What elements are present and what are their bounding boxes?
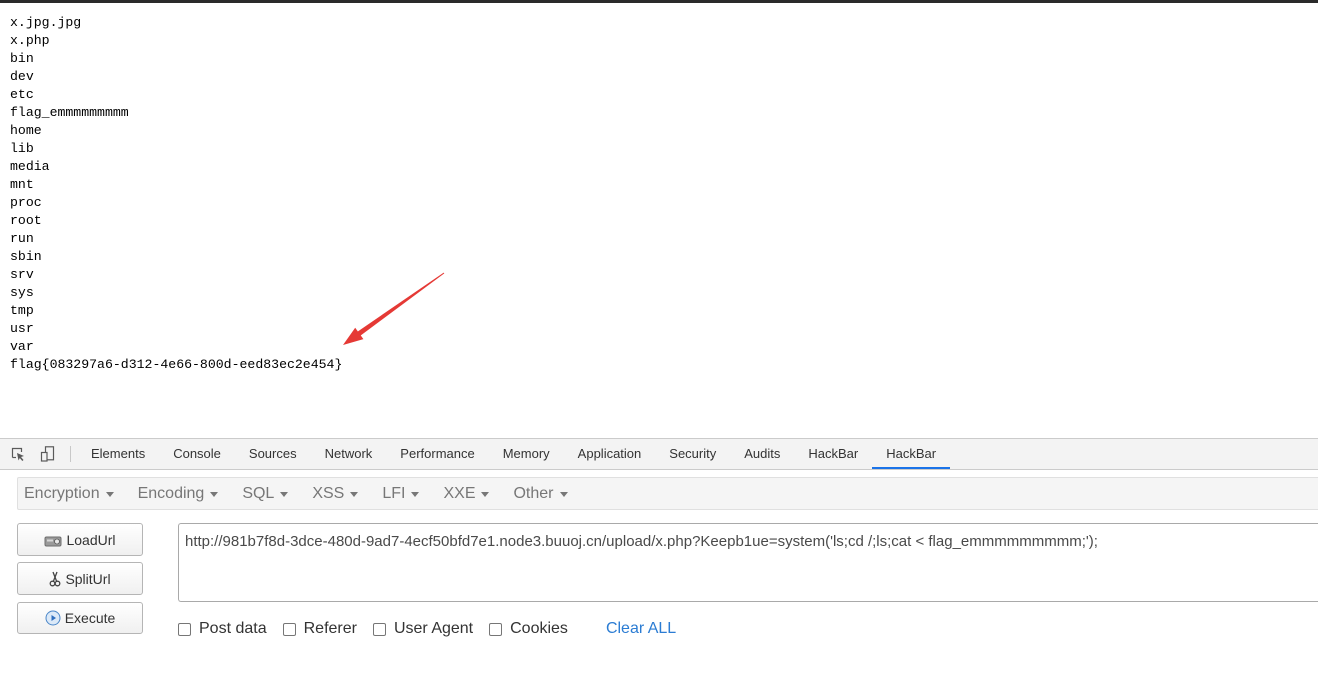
referer-option[interactable]: Referer [282, 620, 357, 638]
menu-label: SQL [242, 484, 275, 502]
play-icon [45, 610, 61, 626]
tab-hackbar[interactable]: HackBar [794, 439, 872, 469]
menu-encoding[interactable]: Encoding [138, 485, 219, 503]
listing-line: run [10, 231, 34, 246]
listing-line: lib [10, 141, 34, 156]
annotation-arrow-head [343, 327, 364, 345]
menu-encryption[interactable]: Encryption [24, 485, 114, 503]
flag-line: flag{083297a6-d312-4e66-800d-eed83ec2e45… [10, 357, 343, 372]
device-toolbar-icon[interactable] [40, 446, 56, 462]
cookies-checkbox[interactable] [489, 622, 503, 636]
listing-line: srv [10, 267, 34, 282]
button-label: SplitUrl [65, 570, 111, 587]
devtools-tabs: Elements Console Sources Network Perform… [77, 439, 950, 469]
listing-line: flag_emmmmmmmmm [10, 105, 129, 120]
cookies-option[interactable]: Cookies [489, 620, 568, 638]
tab-security[interactable]: Security [655, 439, 730, 469]
load-icon [44, 533, 62, 547]
tab-network[interactable]: Network [311, 439, 387, 469]
option-label: Cookies [510, 620, 568, 637]
chevron-down-icon [350, 492, 359, 497]
listing-line: sbin [10, 249, 42, 264]
url-input[interactable]: http://981b7f8d-3dce-480d-9ad7-4ecf50bfd… [178, 523, 1318, 602]
menu-label: XSS [312, 484, 345, 502]
menu-label: Encryption [24, 484, 100, 502]
tab-application[interactable]: Application [564, 439, 656, 469]
listing-line: mnt [10, 177, 34, 192]
tab-memory[interactable]: Memory [489, 439, 564, 469]
listing-line: x.php [10, 33, 50, 48]
clear-all-link[interactable]: Clear ALL [606, 620, 676, 638]
option-label: User Agent [393, 620, 474, 637]
request-options: Post data Referer User Agent Cookies Cle… [178, 619, 676, 639]
chevron-down-icon [280, 492, 289, 497]
chevron-down-icon [559, 492, 568, 497]
chevron-down-icon [210, 492, 219, 497]
menu-xxe[interactable]: XXE [443, 484, 490, 503]
menu-label: LFI [382, 484, 406, 502]
devtools-panel: Elements Console Sources Network Perform… [0, 438, 1318, 691]
execute-button[interactable]: Execute [17, 602, 143, 634]
menu-label: XXE [443, 484, 476, 502]
post-data-checkbox[interactable] [178, 622, 191, 636]
listing-line: bin [10, 51, 34, 66]
menu-sql[interactable]: SQL [242, 484, 289, 503]
annotation-arrow-shaft [355, 272, 445, 338]
chevron-down-icon [411, 492, 420, 497]
load-url-button[interactable]: LoadUrl [17, 523, 143, 556]
tab-audits[interactable]: Audits [730, 439, 794, 469]
option-label: Post data [199, 620, 267, 637]
tab-sources[interactable]: Sources [235, 439, 311, 469]
hackbar-menubar: Encryption Encoding SQL XSS LFI XXE Othe… [17, 477, 1318, 510]
listing-line: proc [10, 195, 42, 210]
listing-line: x.jpg.jpg [10, 15, 82, 30]
menu-label: Other [513, 484, 554, 502]
tab-performance[interactable]: Performance [386, 439, 488, 469]
user-agent-checkbox[interactable] [372, 622, 386, 636]
inspect-element-icon[interactable] [10, 446, 26, 462]
menu-other[interactable]: Other [513, 484, 568, 503]
listing-line: dev [10, 69, 34, 84]
menu-xss[interactable]: XSS [312, 484, 359, 503]
listing-line: usr [10, 321, 34, 336]
button-label: Execute [64, 610, 116, 626]
button-label: LoadUrl [66, 531, 116, 548]
listing-line: sys [10, 285, 34, 300]
menu-label: Encoding [137, 484, 205, 502]
listing-line: root [10, 213, 42, 228]
chevron-down-icon [105, 492, 114, 497]
chevron-down-icon [481, 492, 490, 497]
tab-hackbar-2[interactable]: HackBar [872, 439, 950, 469]
option-label: Referer [303, 620, 357, 637]
user-agent-option[interactable]: User Agent [372, 620, 474, 638]
post-data-option[interactable]: Post data [178, 620, 267, 638]
toolbar-divider [70, 446, 71, 462]
tab-elements[interactable]: Elements [77, 439, 159, 469]
window-top-edge [0, 0, 1318, 3]
listing-line: tmp [10, 303, 34, 318]
listing-line: etc [10, 87, 34, 102]
directory-listing-output: x.jpg.jpg x.php bin dev etc flag_emmmmmm… [10, 14, 342, 374]
devtools-toolbar: Elements Console Sources Network Perform… [0, 438, 1318, 470]
split-url-button[interactable]: SplitUrl [17, 562, 143, 595]
scissors-icon [49, 571, 61, 587]
referer-checkbox[interactable] [282, 622, 296, 636]
listing-line: media [10, 159, 50, 174]
tab-console[interactable]: Console [159, 439, 235, 469]
listing-line: home [10, 123, 42, 138]
menu-lfi[interactable]: LFI [382, 484, 420, 503]
listing-line: var [10, 339, 34, 354]
